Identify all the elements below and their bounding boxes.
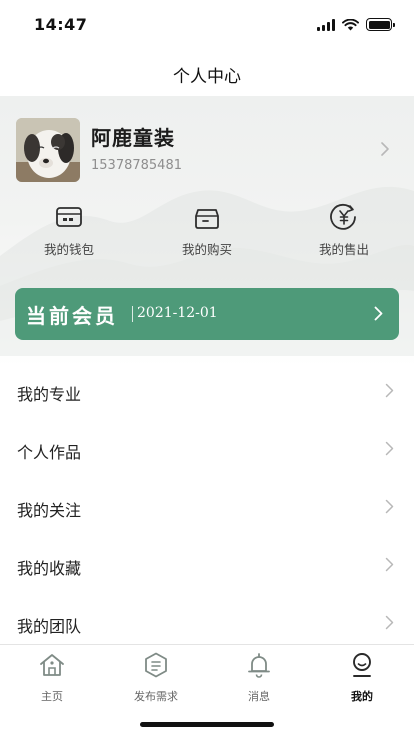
tab-label: 消息: [248, 690, 270, 703]
menu-item-favorites[interactable]: 我的收藏: [0, 537, 414, 595]
quick-action-wallet[interactable]: 我的钱包: [24, 202, 114, 258]
menu-item-following[interactable]: 我的关注: [0, 479, 414, 537]
quick-action-label: 我的购买: [181, 242, 232, 257]
home-icon: [40, 654, 64, 676]
tab-home[interactable]: 主页: [0, 651, 104, 704]
quick-action-purchases[interactable]: 我的购买: [162, 202, 252, 258]
status-icons: [317, 18, 395, 31]
chevron-right-icon: [374, 306, 383, 321]
menu-item-label: 我的收藏: [17, 559, 82, 578]
tab-profile[interactable]: 我的: [310, 651, 414, 704]
membership-date: 2021-12-01: [137, 305, 218, 321]
chevron-right-icon: [385, 499, 394, 514]
publish-icon: [145, 652, 167, 678]
menu-item-label: 个人作品: [17, 443, 82, 462]
avatar[interactable]: [16, 118, 80, 182]
menu-item-works[interactable]: 个人作品: [0, 421, 414, 479]
menu-item-label: 我的团队: [17, 617, 82, 636]
wifi-icon: [342, 18, 359, 30]
membership-banner[interactable]: 当前会员 2021-12-01: [15, 288, 399, 340]
quick-action-label: 我的钱包: [43, 242, 94, 257]
membership-divider: [132, 306, 133, 322]
tab-label: 主页: [41, 690, 63, 703]
purchase-box-icon: [195, 209, 219, 229]
menu-item-label: 我的专业: [17, 385, 82, 404]
chevron-right-icon: [385, 615, 394, 630]
quick-action-label: 我的售出: [318, 242, 369, 257]
tab-label: 我的: [351, 690, 373, 703]
tab-publish[interactable]: 发布需求: [104, 651, 208, 704]
yuan-coin-icon: [330, 203, 356, 230]
quick-action-sales[interactable]: 我的售出: [299, 202, 389, 258]
bell-icon: [248, 653, 270, 678]
tab-messages[interactable]: 消息: [207, 651, 311, 704]
puppy-avatar-image: [16, 118, 80, 182]
chevron-right-icon[interactable]: [380, 141, 390, 157]
membership-title: 当前会员: [26, 304, 118, 328]
wallet-icon: [56, 207, 82, 227]
chevron-right-icon: [385, 383, 394, 398]
chevron-right-icon: [385, 441, 394, 456]
user-name: 阿鹿童装: [91, 126, 175, 150]
home-indicator: [140, 722, 274, 727]
status-bar: 14:47: [0, 0, 414, 50]
cellular-signal-icon: [317, 18, 335, 31]
status-time: 14:47: [34, 15, 88, 34]
battery-icon: [366, 18, 395, 31]
menu-item-label: 我的关注: [17, 501, 82, 520]
user-phone: 15378785481: [91, 158, 182, 173]
tab-label: 发布需求: [134, 690, 178, 703]
profile-icon: [353, 653, 371, 677]
chevron-right-icon: [385, 557, 394, 572]
page-title: 个人中心: [173, 67, 241, 87]
menu-item-profession[interactable]: 我的专业: [0, 363, 414, 421]
